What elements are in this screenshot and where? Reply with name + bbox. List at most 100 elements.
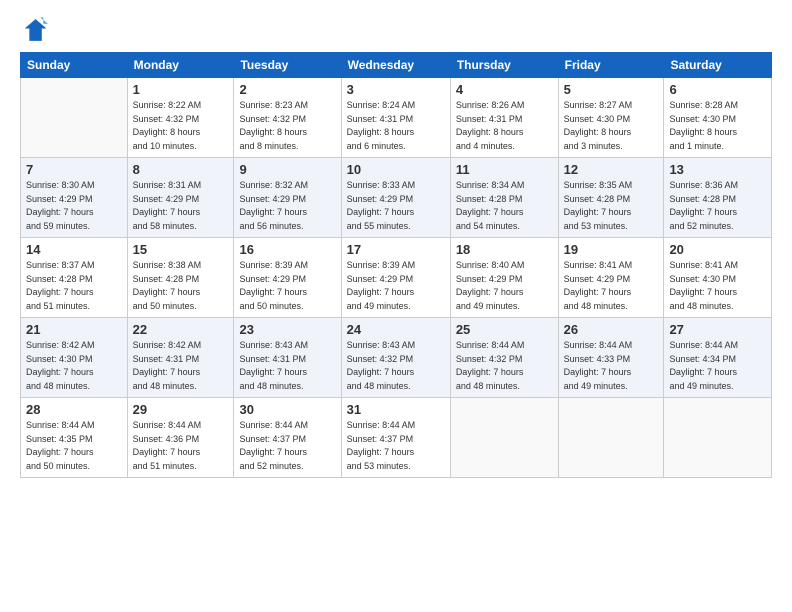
calendar-cell: 12 Sunrise: 8:35 AMSunset: 4:28 PMDayligh… <box>558 158 664 238</box>
day-info-line: Sunrise: 8:37 AM <box>26 260 95 270</box>
day-info-line: and 48 minutes. <box>564 301 628 311</box>
calendar-cell: 2Sunrise: 8:23 AMSunset: 4:32 PMDaylight… <box>234 78 341 158</box>
day-info-line: Sunrise: 8:28 AM <box>669 100 738 110</box>
day-info-line: Sunrise: 8:27 AM <box>564 100 633 110</box>
day-info: Sunrise: 8:43 AMSunset: 4:32 PMDaylight:… <box>347 339 445 393</box>
day-info-line: Daylight: 7 hours <box>669 207 737 217</box>
calendar-cell: 20Sunrise: 8:41 AMSunset: 4:30 PMDayligh… <box>664 238 772 318</box>
weekday-header-row: SundayMondayTuesdayWednesdayThursdayFrid… <box>21 53 772 78</box>
weekday-header-friday: Friday <box>558 53 664 78</box>
day-number: 26 <box>564 322 659 337</box>
day-number: 28 <box>26 402 122 417</box>
day-info-line: Daylight: 8 hours <box>669 127 737 137</box>
day-info: Sunrise: 8:24 AMSunset: 4:31 PMDaylight:… <box>347 99 445 153</box>
calendar-cell: 19Sunrise: 8:41 AMSunset: 4:29 PMDayligh… <box>558 238 664 318</box>
day-info-line: and 50 minutes. <box>239 301 303 311</box>
day-info: Sunrise: 8:22 AMSunset: 4:32 PMDaylight:… <box>133 99 229 153</box>
day-info-line: Sunset: 4:29 PM <box>564 274 631 284</box>
day-info-line: Sunset: 4:36 PM <box>133 434 200 444</box>
day-number: 8 <box>133 162 229 177</box>
day-info-line: Daylight: 7 hours <box>133 367 201 377</box>
day-info: Sunrise: 8:23 AMSunset: 4:32 PMDaylight:… <box>239 99 335 153</box>
day-number: 12 <box>564 162 659 177</box>
day-info-line: and 1 minute. <box>669 141 724 151</box>
day-info-line: Sunrise: 8:26 AM <box>456 100 525 110</box>
day-info-line: Daylight: 7 hours <box>239 207 307 217</box>
calendar-cell: 7Sunrise: 8:30 AMSunset: 4:29 PMDaylight… <box>21 158 128 238</box>
day-info-line: Daylight: 7 hours <box>239 447 307 457</box>
weekday-header-sunday: Sunday <box>21 53 128 78</box>
calendar-cell: 28Sunrise: 8:44 AMSunset: 4:35 PMDayligh… <box>21 398 128 478</box>
calendar-cell: 30Sunrise: 8:44 AMSunset: 4:37 PMDayligh… <box>234 398 341 478</box>
day-info-line: and 53 minutes. <box>347 461 411 471</box>
day-info-line: Sunset: 4:28 PM <box>564 194 631 204</box>
day-info-line: Daylight: 7 hours <box>26 447 94 457</box>
day-info-line: Sunset: 4:30 PM <box>564 114 631 124</box>
calendar: SundayMondayTuesdayWednesdayThursdayFrid… <box>20 52 772 478</box>
day-info: Sunrise: 8:35 AMSunset: 4:28 PMDaylight:… <box>564 179 659 233</box>
day-number: 17 <box>347 242 445 257</box>
day-number: 1 <box>133 82 229 97</box>
day-info-line: Sunset: 4:32 PM <box>347 354 414 364</box>
day-info-line: Sunrise: 8:39 AM <box>347 260 416 270</box>
header <box>20 16 772 44</box>
day-info-line: Sunrise: 8:39 AM <box>239 260 308 270</box>
week-row-5: 28Sunrise: 8:44 AMSunset: 4:35 PMDayligh… <box>21 398 772 478</box>
weekday-header-wednesday: Wednesday <box>341 53 450 78</box>
day-info: Sunrise: 8:44 AMSunset: 4:36 PMDaylight:… <box>133 419 229 473</box>
day-info-line: Sunrise: 8:40 AM <box>456 260 525 270</box>
day-info-line: Sunrise: 8:38 AM <box>133 260 202 270</box>
day-info-line: and 51 minutes. <box>26 301 90 311</box>
day-info-line: and 48 minutes. <box>26 381 90 391</box>
day-info-line: Daylight: 8 hours <box>456 127 524 137</box>
day-number: 22 <box>133 322 229 337</box>
day-info-line: Daylight: 7 hours <box>564 207 632 217</box>
day-info-line: Sunrise: 8:24 AM <box>347 100 416 110</box>
day-info-line: Sunrise: 8:30 AM <box>26 180 95 190</box>
day-info-line: Daylight: 7 hours <box>669 287 737 297</box>
day-info-line: and 59 minutes. <box>26 221 90 231</box>
day-info: Sunrise: 8:41 AMSunset: 4:30 PMDaylight:… <box>669 259 766 313</box>
day-info-line: Sunrise: 8:34 AM <box>456 180 525 190</box>
day-number: 21 <box>26 322 122 337</box>
calendar-cell: 18Sunrise: 8:40 AMSunset: 4:29 PMDayligh… <box>450 238 558 318</box>
calendar-cell: 31Sunrise: 8:44 AMSunset: 4:37 PMDayligh… <box>341 398 450 478</box>
day-number: 16 <box>239 242 335 257</box>
calendar-cell: 6Sunrise: 8:28 AMSunset: 4:30 PMDaylight… <box>664 78 772 158</box>
calendar-cell <box>450 398 558 478</box>
calendar-cell: 23Sunrise: 8:43 AMSunset: 4:31 PMDayligh… <box>234 318 341 398</box>
day-info-line: and 53 minutes. <box>564 221 628 231</box>
calendar-cell: 13Sunrise: 8:36 AMSunset: 4:28 PMDayligh… <box>664 158 772 238</box>
day-info: Sunrise: 8:30 AMSunset: 4:29 PMDaylight:… <box>26 179 122 233</box>
day-info-line: Daylight: 7 hours <box>26 367 94 377</box>
day-info-line: Daylight: 7 hours <box>133 207 201 217</box>
day-info: Sunrise: 8:27 AMSunset: 4:30 PMDaylight:… <box>564 99 659 153</box>
day-info: Sunrise: 8:38 AMSunset: 4:28 PMDaylight:… <box>133 259 229 313</box>
day-info-line: Daylight: 7 hours <box>347 447 415 457</box>
week-row-3: 14Sunrise: 8:37 AMSunset: 4:28 PMDayligh… <box>21 238 772 318</box>
day-info-line: Sunset: 4:29 PM <box>239 194 306 204</box>
day-number: 31 <box>347 402 445 417</box>
calendar-cell: 17Sunrise: 8:39 AMSunset: 4:29 PMDayligh… <box>341 238 450 318</box>
day-info-line: and 58 minutes. <box>133 221 197 231</box>
day-number: 10 <box>347 162 445 177</box>
day-info-line: Sunrise: 8:43 AM <box>347 340 416 350</box>
day-number: 15 <box>133 242 229 257</box>
day-info-line: Daylight: 7 hours <box>456 287 524 297</box>
day-info-line: and 50 minutes. <box>26 461 90 471</box>
day-info-line: Daylight: 7 hours <box>347 207 415 217</box>
day-info-line: and 55 minutes. <box>347 221 411 231</box>
day-info-line: Daylight: 7 hours <box>669 367 737 377</box>
weekday-header-tuesday: Tuesday <box>234 53 341 78</box>
day-info-line: Sunset: 4:32 PM <box>456 354 523 364</box>
day-info: Sunrise: 8:28 AMSunset: 4:30 PMDaylight:… <box>669 99 766 153</box>
day-info-line: Daylight: 7 hours <box>239 367 307 377</box>
day-info-line: Sunset: 4:30 PM <box>669 274 736 284</box>
day-info-line: Sunrise: 8:44 AM <box>26 420 95 430</box>
day-number: 24 <box>347 322 445 337</box>
day-info-line: Daylight: 7 hours <box>133 447 201 457</box>
day-info: Sunrise: 8:44 AMSunset: 4:32 PMDaylight:… <box>456 339 553 393</box>
week-row-4: 21Sunrise: 8:42 AMSunset: 4:30 PMDayligh… <box>21 318 772 398</box>
calendar-cell: 29Sunrise: 8:44 AMSunset: 4:36 PMDayligh… <box>127 398 234 478</box>
day-number: 25 <box>456 322 553 337</box>
